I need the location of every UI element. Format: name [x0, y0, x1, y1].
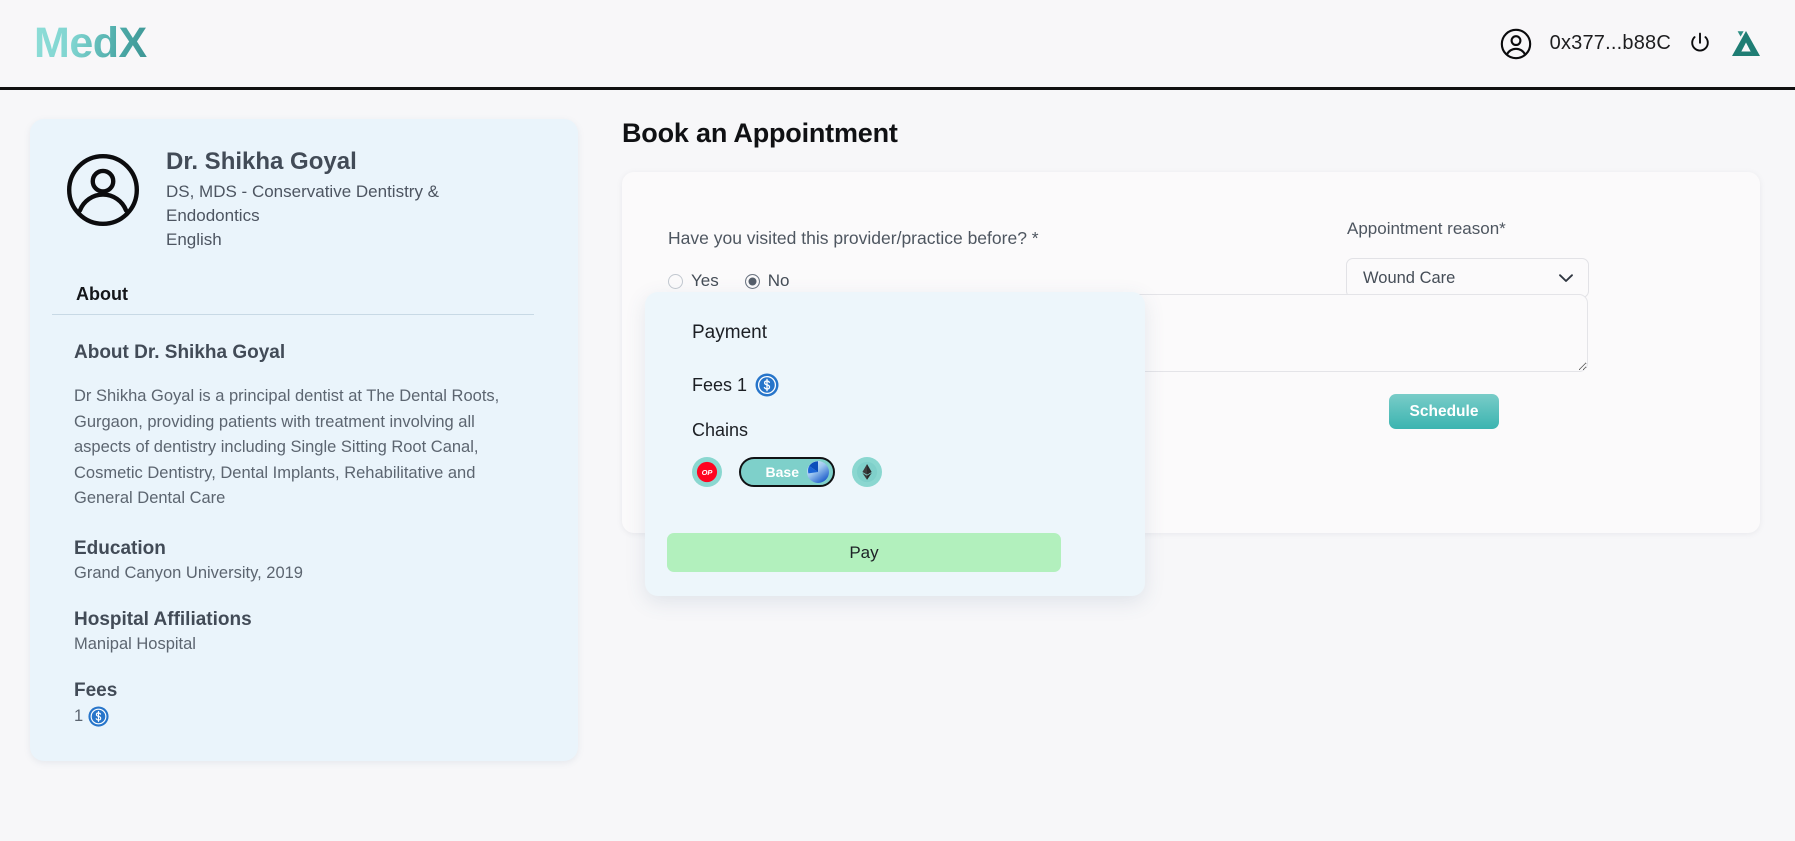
- chain-option-ethereum[interactable]: [852, 457, 882, 487]
- chain-option-optimism[interactable]: OP: [692, 457, 722, 487]
- chains-label: Chains: [692, 420, 749, 440]
- power-icon[interactable]: [1688, 31, 1712, 57]
- payment-modal: Payment Fees 1 Chains OP Base Pay: [645, 292, 1145, 596]
- pay-button[interactable]: Pay: [667, 533, 1061, 572]
- payment-fees-label: Fees 1: [692, 374, 748, 395]
- usdc-coin-icon: [88, 706, 109, 727]
- app-header: MedX 0x377...b88C: [0, 0, 1795, 90]
- avatar-icon: [64, 147, 142, 234]
- payment-modal-title: Payment: [692, 322, 767, 343]
- visited-question-label: Have you visited this provider/practice …: [668, 228, 1039, 248]
- appointment-reason-label: Appointment reason*: [1347, 219, 1506, 238]
- chain-selector-group: OP Base: [692, 457, 1120, 487]
- profile-identity: Dr. Shikha Goyal DS, MDS - Conservative …: [166, 147, 534, 252]
- usdc-coin-icon: [755, 373, 779, 397]
- about-section: About Dr. Shikha Goyal Dr Shikha Goyal i…: [52, 342, 534, 727]
- visited-radio-group: Yes No: [668, 271, 789, 291]
- hospital-affiliations-heading: Hospital Affiliations: [74, 609, 252, 631]
- tab-about[interactable]: About: [52, 284, 534, 316]
- appointment-reason-value: Wound Care: [1363, 268, 1456, 287]
- about-heading: About Dr. Shikha Goyal: [74, 342, 286, 364]
- fees-value-row: 1: [74, 706, 534, 727]
- page-title: Book an Appointment: [622, 118, 898, 148]
- optimism-icon: OP: [696, 461, 718, 483]
- doctor-qualification: DS, MDS - Conservative Dentistry & Endod…: [166, 182, 440, 226]
- base-icon: [806, 460, 830, 484]
- header-right-group: 0x377...b88C: [1499, 27, 1763, 61]
- radio-yes-indicator[interactable]: [668, 273, 683, 289]
- radio-option-no[interactable]: No: [744, 271, 790, 291]
- chain-option-base[interactable]: Base: [739, 457, 835, 487]
- triangle-logo-icon[interactable]: [1729, 29, 1763, 59]
- wallet-address[interactable]: 0x377...b88C: [1550, 32, 1671, 55]
- radio-no-indicator[interactable]: [744, 273, 760, 289]
- radio-yes-label: Yes: [691, 271, 719, 290]
- fees-amount: 1: [74, 707, 84, 726]
- fees-heading: Fees: [74, 680, 118, 702]
- payment-fees-row: Fees 1: [692, 373, 1120, 397]
- appointment-reason-select[interactable]: Wound Care: [1346, 258, 1589, 298]
- profile-header: Dr. Shikha Goyal DS, MDS - Conservative …: [52, 147, 534, 252]
- education-heading: Education: [74, 538, 166, 560]
- app-logo-text: MedX: [34, 19, 147, 67]
- svg-text:OP: OP: [702, 468, 714, 477]
- radio-option-yes[interactable]: Yes: [668, 271, 719, 291]
- hospital-affiliations-value: Manipal Hospital: [74, 635, 196, 654]
- about-description: Dr Shikha Goyal is a principal dentist a…: [74, 387, 500, 507]
- doctor-name: Dr. Shikha Goyal: [166, 148, 357, 175]
- chevron-down-icon: [1558, 273, 1574, 283]
- schedule-button[interactable]: Schedule: [1389, 394, 1499, 429]
- account-circle-icon[interactable]: [1499, 27, 1533, 61]
- doctor-profile-card: Dr. Shikha Goyal DS, MDS - Conservative …: [30, 119, 578, 762]
- education-value: Grand Canyon University, 2019: [74, 564, 303, 583]
- radio-no-label: No: [767, 271, 790, 290]
- chain-option-base-label: Base: [765, 464, 799, 480]
- ethereum-icon: [856, 461, 878, 483]
- doctor-language: English: [166, 230, 222, 250]
